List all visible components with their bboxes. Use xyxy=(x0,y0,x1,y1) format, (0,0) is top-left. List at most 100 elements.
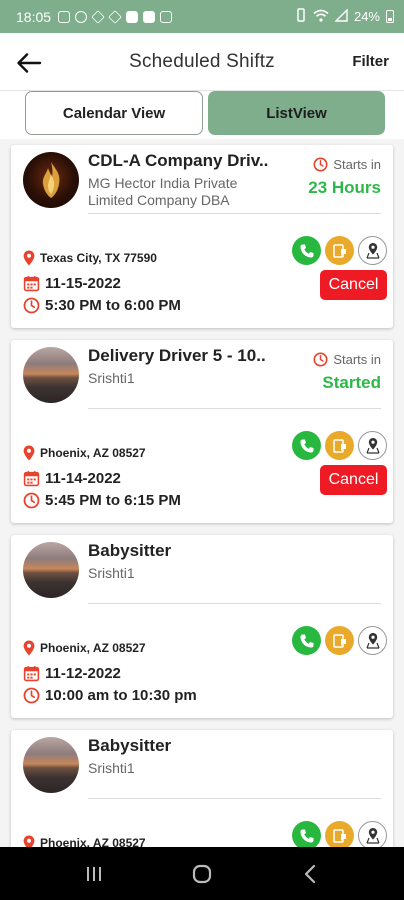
time-text: 5:45 PM to 6:15 PM xyxy=(45,492,181,509)
clock-icon xyxy=(313,157,328,172)
recent-apps-button[interactable] xyxy=(64,854,124,894)
phone-icon xyxy=(300,829,313,842)
call-button[interactable] xyxy=(292,431,321,460)
app-icon xyxy=(91,9,105,24)
time-row: 5:30 PM to 6:00 PM xyxy=(23,297,181,314)
app-icon xyxy=(108,9,122,24)
directions-button[interactable] xyxy=(358,626,387,655)
app-header: Scheduled Shiftz Filter xyxy=(0,33,404,91)
card-divider xyxy=(88,798,381,799)
signal-icon xyxy=(334,7,348,25)
avatar xyxy=(23,347,79,403)
time-text: 5:30 PM to 6:00 PM xyxy=(45,297,181,314)
shift-card[interactable]: Babysitter Srishti1 Phoenix, AZ 08527 xyxy=(11,730,393,847)
message-button[interactable] xyxy=(325,626,354,655)
job-title: CDL-A Company Driv.. xyxy=(88,151,269,170)
date-text: 11-15-2022 xyxy=(45,275,121,292)
avatar xyxy=(23,542,79,598)
message-button[interactable] xyxy=(325,821,354,847)
card-actions xyxy=(292,821,387,847)
message-icon xyxy=(332,633,346,648)
call-button[interactable] xyxy=(292,626,321,655)
job-title: Babysitter xyxy=(88,736,172,755)
tab-calendar-view[interactable]: Calendar View xyxy=(25,91,203,135)
cancel-button[interactable]: Cancel xyxy=(320,465,387,495)
calendar-icon xyxy=(23,276,40,292)
location-pin-icon xyxy=(23,250,35,266)
shift-status: Started xyxy=(322,373,381,392)
calendar-icon xyxy=(23,471,40,487)
arrow-left-icon xyxy=(17,53,42,73)
location-row: Phoenix, AZ 08527 xyxy=(23,445,146,461)
directions-button[interactable] xyxy=(358,236,387,265)
cancel-button[interactable]: Cancel xyxy=(320,270,387,300)
date-row: 11-14-2022 xyxy=(23,470,121,487)
date-row: 11-12-2022 xyxy=(23,665,121,682)
flame-logo-icon xyxy=(42,162,60,198)
shift-card[interactable]: Babysitter Srishti1 Phoenix, AZ 08527 11… xyxy=(11,535,393,718)
view-tabs: Calendar View ListView xyxy=(0,91,404,139)
instagram-icon xyxy=(58,10,71,23)
calendar-icon xyxy=(23,666,40,682)
phone-icon xyxy=(300,244,313,257)
call-button[interactable] xyxy=(292,821,321,847)
call-button[interactable] xyxy=(292,236,321,265)
battery-percent: 24% xyxy=(353,9,380,24)
tab-list-view[interactable]: ListView xyxy=(208,91,385,135)
recent-apps-icon xyxy=(87,866,101,881)
card-divider xyxy=(88,213,381,214)
message-button[interactable] xyxy=(325,431,354,460)
starts-in: Starts in xyxy=(313,157,381,172)
vibrate-icon xyxy=(295,8,307,25)
date-text: 11-12-2022 xyxy=(45,665,121,682)
starts-in: Starts in xyxy=(313,352,381,367)
time-text: 10:00 am to 10:30 pm xyxy=(45,687,197,704)
location-row: Phoenix, AZ 08527 xyxy=(23,640,146,656)
countdown-text: 23 Hours xyxy=(308,178,381,197)
battery-icon xyxy=(386,10,394,23)
time-row: 10:00 am to 10:30 pm xyxy=(23,687,197,704)
system-back-button[interactable] xyxy=(280,854,340,894)
location-pin-icon xyxy=(23,640,35,656)
map-pin-icon xyxy=(365,828,380,844)
message-icon xyxy=(332,243,346,258)
date-text: 11-14-2022 xyxy=(45,470,121,487)
filter-button[interactable]: Filter xyxy=(352,53,389,70)
location-text: Texas City, TX 77590 xyxy=(40,251,157,265)
job-title: Delivery Driver 5 - 10.. xyxy=(88,346,266,365)
location-pin-icon xyxy=(23,835,35,847)
company-name: MG Hector India Private Limited Company … xyxy=(88,175,238,208)
wifi-icon xyxy=(313,9,329,25)
location-pin-icon xyxy=(23,445,35,461)
job-title: Babysitter xyxy=(88,541,172,560)
shift-card[interactable]: CDL-A Company Driv.. MG Hector India Pri… xyxy=(11,145,393,328)
back-icon xyxy=(304,864,316,883)
card-divider xyxy=(88,603,381,604)
page-title: Scheduled Shiftz xyxy=(129,51,275,72)
status-bar: 18:05 24% xyxy=(0,0,404,33)
time-row: 5:45 PM to 6:15 PM xyxy=(23,492,181,509)
location-text: Phoenix, AZ 08527 xyxy=(40,836,146,847)
phone-icon xyxy=(300,634,313,647)
company-logo xyxy=(23,152,79,208)
directions-button[interactable] xyxy=(358,431,387,460)
shift-list[interactable]: CDL-A Company Driv.. MG Hector India Pri… xyxy=(0,139,404,847)
back-button[interactable] xyxy=(14,48,44,78)
clock-icon xyxy=(23,687,40,704)
card-actions xyxy=(292,626,387,655)
location-text: Phoenix, AZ 08527 xyxy=(40,446,146,460)
home-button[interactable] xyxy=(172,854,232,894)
system-nav-bar xyxy=(0,847,404,900)
telegram-icon xyxy=(75,10,88,23)
phone-icon xyxy=(300,439,313,452)
company-name: Srishti1 xyxy=(88,565,135,581)
map-pin-icon xyxy=(365,243,380,259)
shift-card[interactable]: Delivery Driver 5 - 10.. Srishti1 Starts… xyxy=(11,340,393,523)
app-icon xyxy=(143,10,156,23)
avatar xyxy=(23,737,79,793)
starts-in-label: Starts in xyxy=(333,157,381,172)
directions-button[interactable] xyxy=(358,821,387,847)
status-right: 24% xyxy=(295,7,394,25)
message-icon xyxy=(332,438,346,453)
message-button[interactable] xyxy=(325,236,354,265)
